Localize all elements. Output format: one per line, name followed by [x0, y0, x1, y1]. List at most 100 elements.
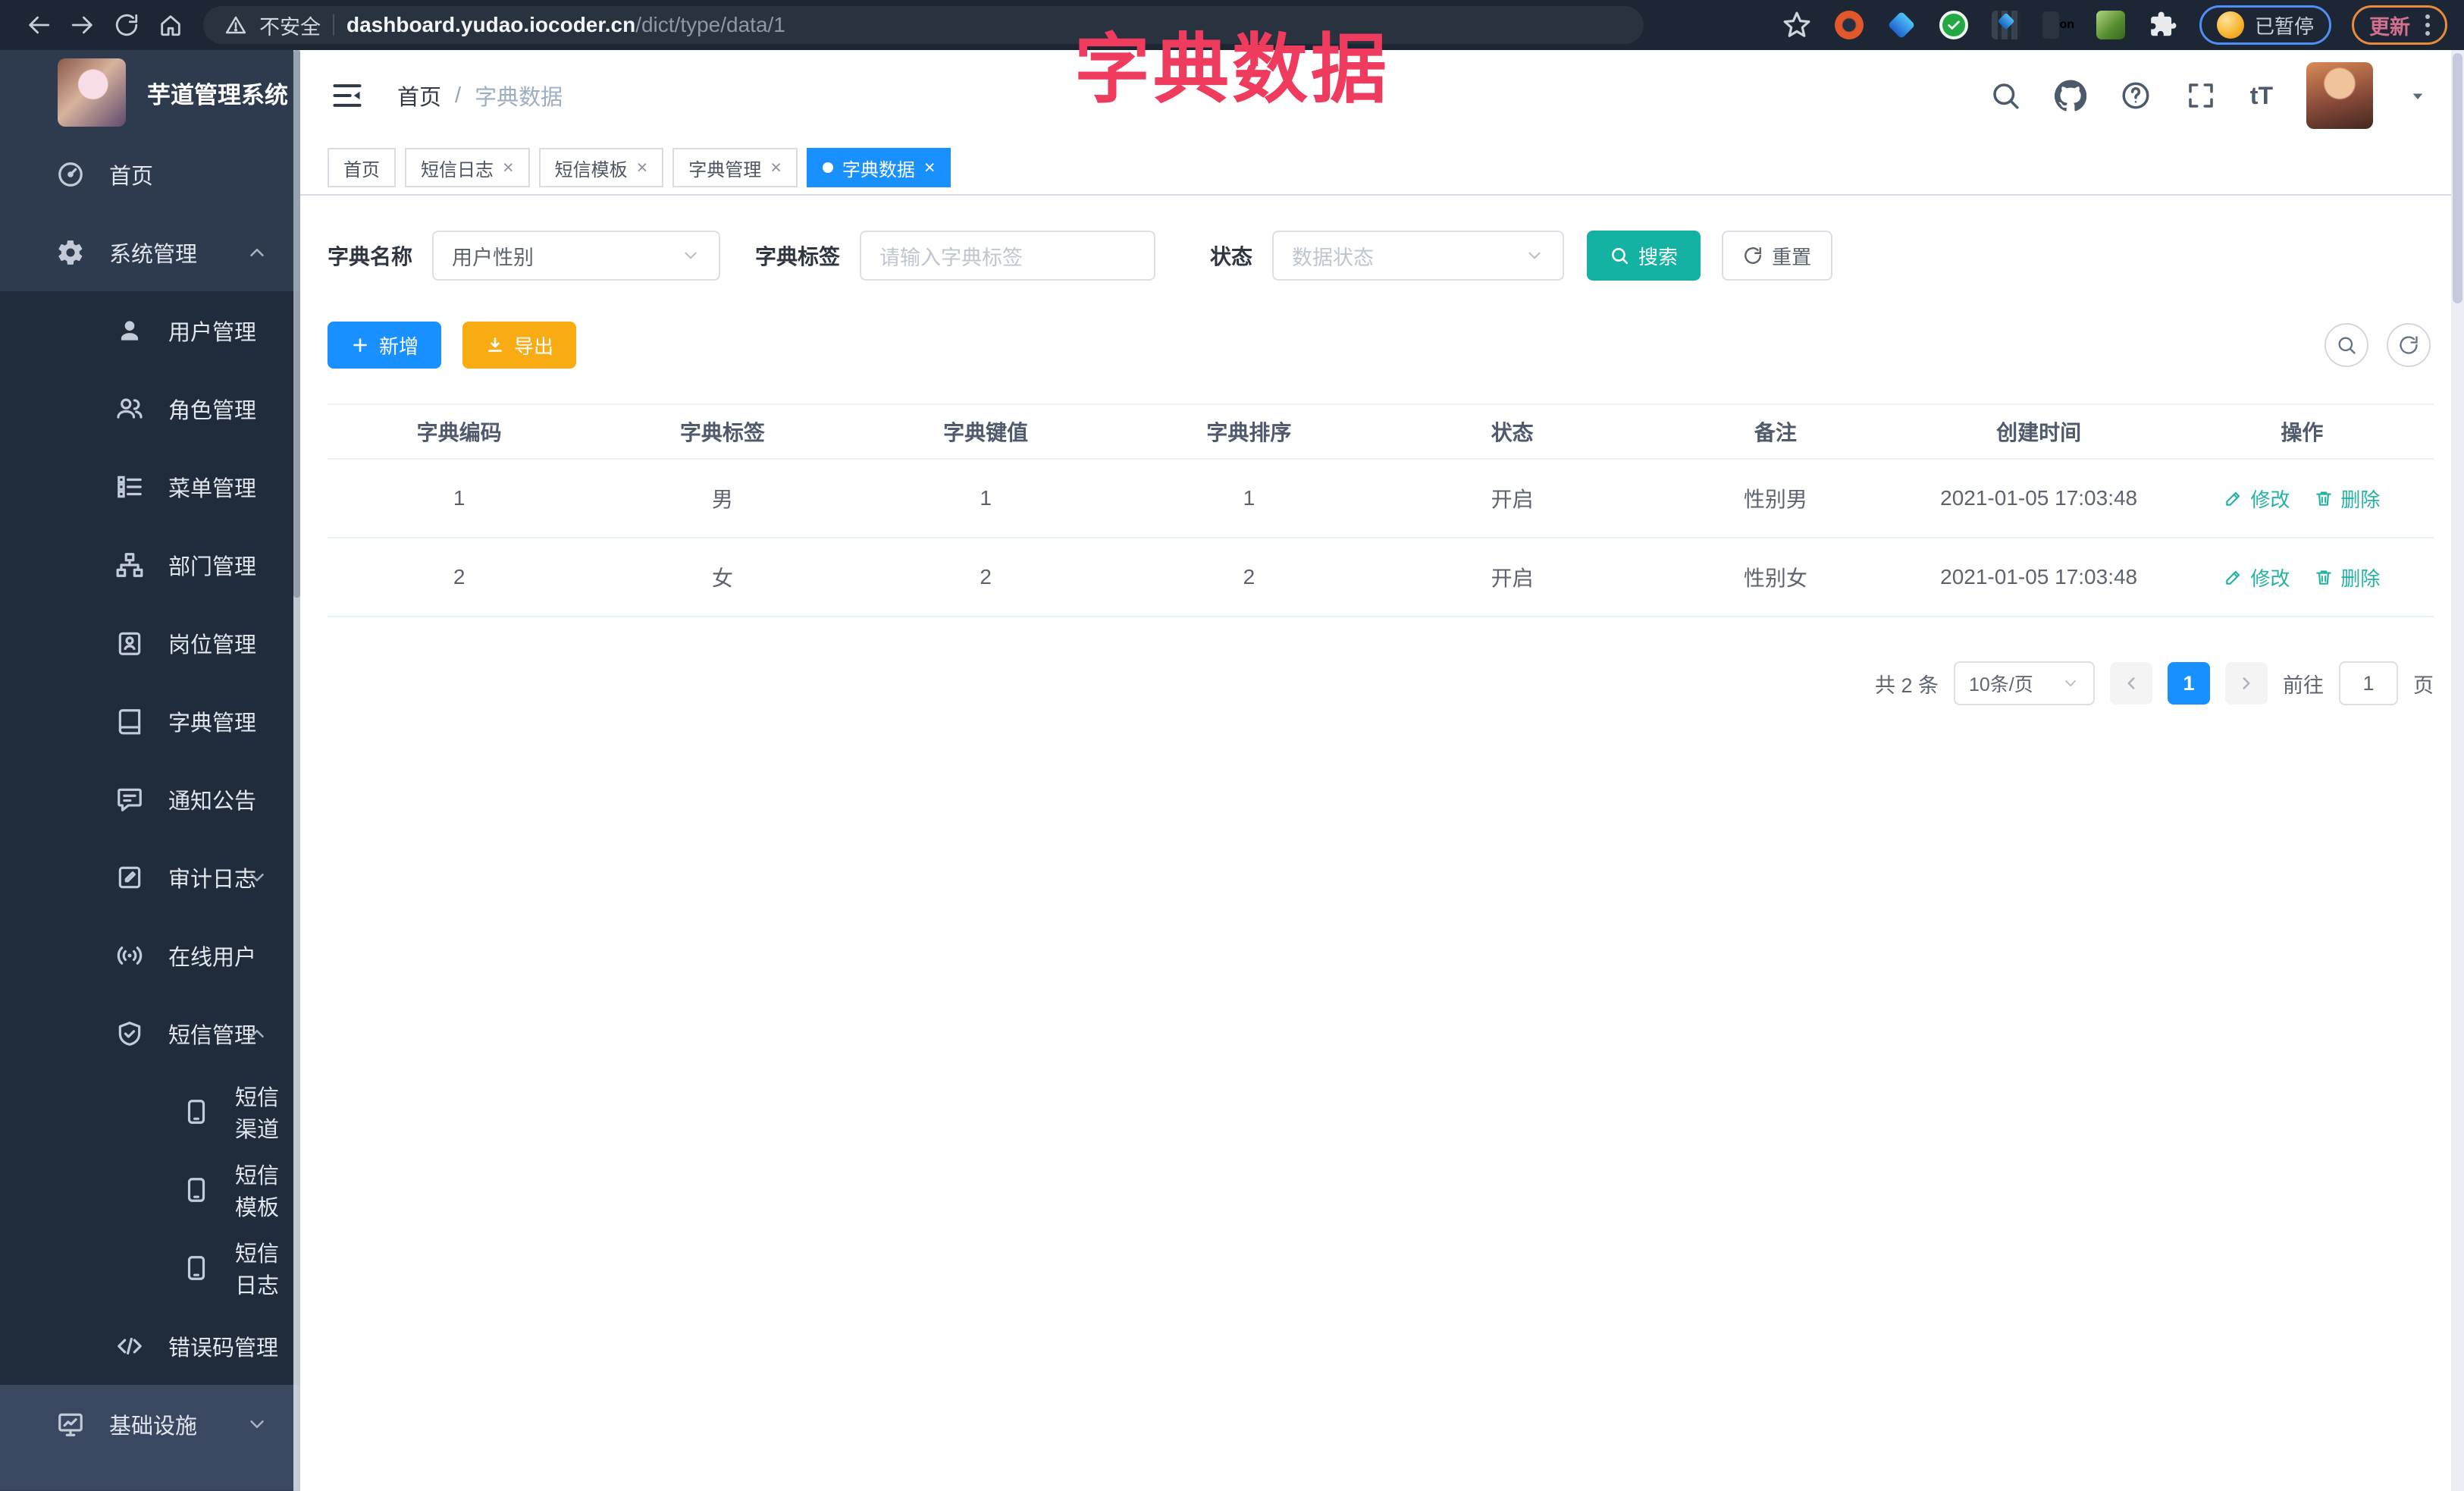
close-tab-icon[interactable]: ×: [637, 158, 648, 177]
table-toolbar: 新增 导出: [328, 322, 2434, 369]
forward-icon[interactable]: [61, 6, 105, 44]
edit-link[interactable]: 修改: [2224, 563, 2290, 592]
tags-view: 首页 短信日志 × 短信模板 × 字典管理 × 字典数据 ×: [300, 141, 2464, 196]
security-warning-icon: [225, 16, 246, 34]
chevron-down-icon: [246, 866, 268, 889]
add-button[interactable]: 新增: [328, 322, 442, 369]
sidebar-item-roles[interactable]: 角色管理: [0, 369, 300, 447]
back-icon[interactable]: [17, 6, 61, 44]
sidebar-item-error-codes[interactable]: 错误码管理: [0, 1307, 300, 1385]
sidebar-item-dict[interactable]: 字典管理: [0, 682, 300, 760]
extension-orange-icon[interactable]: [1833, 9, 1865, 41]
profile-paused-pill[interactable]: 已暂停: [2199, 5, 2331, 45]
sidebar-item-sms[interactable]: 短信管理: [0, 994, 300, 1072]
help-icon[interactable]: [2120, 80, 2152, 111]
status-text: 开启: [1491, 488, 1534, 511]
page-unit: 页: [2413, 673, 2434, 697]
refresh-icon[interactable]: [2387, 323, 2431, 367]
reset-button[interactable]: 重置: [1722, 231, 1833, 281]
tag-home[interactable]: 首页: [328, 148, 396, 187]
sidebar-item-sms-template[interactable]: 短信模板: [0, 1150, 300, 1229]
extension-drop-icon[interactable]: [1886, 9, 1917, 41]
sidebar-item-audit-log[interactable]: 审计日志: [0, 838, 300, 916]
sidebar-item-menus[interactable]: 菜单管理: [0, 447, 300, 526]
phone-icon: [180, 1096, 212, 1128]
breadcrumb-current: 字典数据: [475, 86, 563, 110]
fullscreen-icon[interactable]: [2185, 80, 2217, 111]
font-size-icon[interactable]: tT: [2250, 82, 2273, 110]
close-tab-icon[interactable]: ×: [770, 158, 782, 177]
user-avatar[interactable]: [2306, 62, 2373, 129]
close-tab-icon[interactable]: ×: [924, 158, 936, 177]
sidebar-item-infrastructure[interactable]: 基础设施: [0, 1385, 300, 1463]
tag-sms-template[interactable]: 短信模板 ×: [538, 148, 664, 187]
avatar-caret-icon[interactable]: [2406, 84, 2429, 107]
url-domain: dashboard.yudao.iocoder.cn: [346, 13, 636, 36]
chat-bubble-icon: [114, 783, 146, 815]
status-select[interactable]: 数据状态: [1272, 231, 1565, 281]
delete-link[interactable]: 删除: [2314, 563, 2380, 592]
phone-icon: [180, 1252, 212, 1284]
dict-tag-input[interactable]: 请输入字典标签: [860, 231, 1156, 281]
page-size-select[interactable]: 10条/页: [1954, 661, 2095, 705]
browser-menu-icon[interactable]: [2425, 14, 2430, 36]
close-tab-icon[interactable]: ×: [503, 158, 514, 177]
sidebar-item-users[interactable]: 用户管理: [0, 291, 300, 369]
extension-leaf-icon[interactable]: [2095, 9, 2127, 41]
extension-tune-icon[interactable]: [1990, 9, 2022, 41]
gear-icon: [55, 237, 86, 268]
monitor-chart-icon: [55, 1408, 86, 1440]
app-logo[interactable]: 芋道管理系统: [0, 50, 300, 135]
sidebar-footer: [0, 1463, 300, 1490]
sidebar-item-system[interactable]: 系统管理: [0, 213, 300, 291]
dict-name-select[interactable]: 用户性别: [432, 231, 721, 281]
clipboard-pen-icon: [114, 862, 146, 893]
address-bar[interactable]: 不安全 dashboard.yudao.iocoder.cn/dict/type…: [203, 6, 1644, 44]
chevron-down-icon: [681, 246, 701, 265]
extension-on-icon[interactable]: on: [2042, 9, 2074, 41]
goto-page-input[interactable]: 1: [2339, 661, 2398, 705]
tag-dict-data[interactable]: 字典数据 ×: [806, 148, 951, 187]
bookmark-star-icon[interactable]: [1781, 9, 1813, 41]
sidebar-item-notice[interactable]: 通知公告: [0, 760, 300, 838]
url-path: /dict/type/data/1: [635, 13, 785, 36]
sidebar-scrollbar[interactable]: [293, 50, 300, 1491]
sidebar-item-posts[interactable]: 岗位管理: [0, 604, 300, 682]
github-icon[interactable]: [2054, 80, 2086, 111]
table-row[interactable]: 1 男 1 1 开启 性别男 2021-01-05 17:03:48 修改 删除: [328, 460, 2434, 538]
tag-sms-log[interactable]: 短信日志 ×: [405, 148, 530, 187]
sidebar-item-departments[interactable]: 部门管理: [0, 526, 300, 604]
sidebar-menu: 首页 系统管理 用户管理 角色管理 菜单管理 部门管理 岗位管理 字典管理 通知…: [0, 135, 300, 1490]
extension-check-icon[interactable]: [1938, 9, 1970, 41]
next-page-button[interactable]: [2225, 662, 2268, 705]
chevron-up-icon: [246, 1022, 268, 1045]
sidebar-item-sms-channel[interactable]: 短信渠道: [0, 1072, 300, 1150]
badge-icon: [114, 627, 146, 659]
reload-icon[interactable]: [105, 6, 149, 44]
search-icon[interactable]: [1989, 80, 2021, 111]
prev-page-button[interactable]: [2110, 662, 2152, 705]
export-button[interactable]: 导出: [462, 322, 577, 369]
phone-icon: [180, 1174, 212, 1206]
search-button[interactable]: 搜索: [1587, 231, 1701, 281]
app-title: 芋道管理系统: [147, 81, 288, 108]
sidebar-item-sms-log[interactable]: 短信日志: [0, 1229, 300, 1307]
hamburger-icon[interactable]: [331, 79, 364, 112]
extensions-puzzle-icon[interactable]: [2147, 9, 2179, 41]
chrome-update-button[interactable]: 更新: [2352, 5, 2447, 45]
sidebar-item-online-users[interactable]: 在线用户: [0, 916, 300, 994]
breadcrumb-home[interactable]: 首页: [397, 80, 441, 111]
sidebar-item-home[interactable]: 首页: [0, 135, 300, 213]
home-icon[interactable]: [149, 6, 193, 44]
table-header-row: 字典编码 字典标签 字典键值 字典排序 状态 备注 创建时间 操作: [328, 405, 2434, 460]
table-row[interactable]: 2 女 2 2 开启 性别女 2021-01-05 17:03:48 修改 删除: [328, 538, 2434, 617]
pagination: 共 2 条 10条/页 1 前往 1 页: [328, 661, 2434, 705]
delete-link[interactable]: 删除: [2314, 485, 2380, 513]
page-scrollbar[interactable]: [2451, 50, 2464, 1491]
edit-link[interactable]: 修改: [2224, 485, 2290, 513]
tag-dict-manage[interactable]: 字典管理 ×: [672, 148, 798, 187]
page-1-button[interactable]: 1: [2168, 662, 2210, 705]
annotation-title: 字典数据: [1074, 27, 1390, 112]
update-label: 更新: [2369, 15, 2410, 39]
toggle-search-icon[interactable]: [2324, 323, 2368, 367]
